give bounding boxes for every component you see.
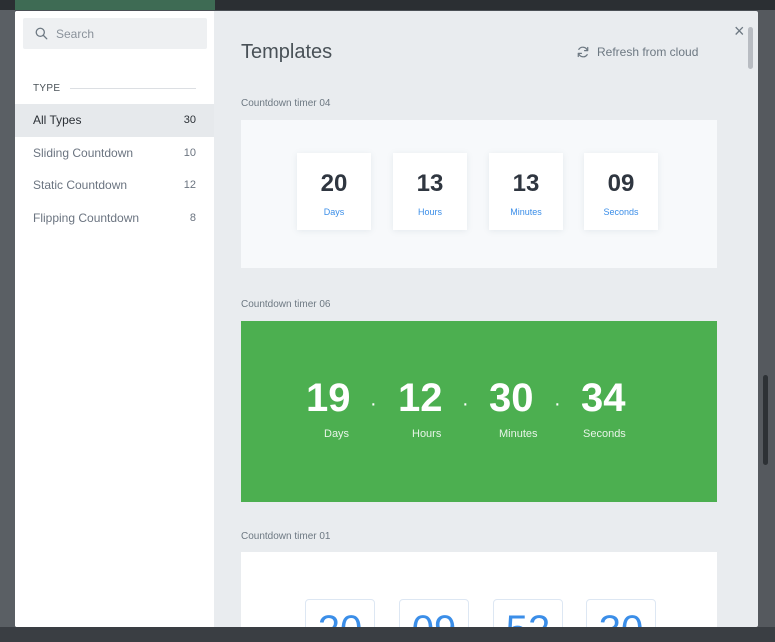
category-label: Sliding Countdown [33,145,134,160]
countdown-value: 34 [581,376,626,420]
type-heading-label: TYPE [33,83,61,94]
countdown-separator: · [554,393,561,415]
category-label: All Types [33,113,82,128]
background-panel-left [0,10,15,642]
category-count: 12 [183,179,196,192]
template-label: Countdown timer 06 [241,299,331,310]
countdown-value: 13 [512,170,540,197]
countdown-unit-minutes: 13 Minutes [489,153,563,230]
category-sliding-countdown[interactable]: Sliding Countdown 10 [15,137,214,170]
category-flipping-countdown[interactable]: Flipping Countdown 8 [15,202,214,235]
background-bottom-bar [0,627,775,642]
type-heading: TYPE [33,83,196,94]
countdown-unit-label: Minutes [510,207,542,217]
countdown-value: 20 [306,608,374,627]
background-topbar [0,0,775,10]
template-preview-countdown-04[interactable]: 20 Days 13 Hours 13 Minutes 09 Seconds [241,120,717,268]
search-input[interactable] [56,26,196,41]
countdown-unit-box: 09 [399,599,469,627]
category-count: 30 [183,114,196,127]
countdown-value: 19 [306,376,351,420]
countdown-unit-label: Minutes [499,428,538,440]
countdown-unit-box: 30 [586,599,656,627]
close-icon[interactable]: × [734,21,745,42]
sidebar: TYPE All Types 30 Sliding Countdown 10 S… [15,11,214,627]
countdown-value: 30 [587,608,655,627]
templates-modal: TYPE All Types 30 Sliding Countdown 10 S… [15,11,758,627]
countdown-unit-label: Hours [417,207,442,217]
search-box[interactable] [23,18,207,49]
countdown-unit-hours: 13 Hours [393,153,467,230]
category-static-countdown[interactable]: Static Countdown 12 [15,169,214,202]
background-notice-bar [15,0,215,10]
countdown-unit-box: 52 [493,599,563,627]
modal-scrollbar-thumb[interactable] [748,27,753,69]
background-scrollbar [758,10,775,642]
countdown-unit-label: Days [324,428,350,440]
countdown-value: 30 [489,376,534,420]
template-preview-countdown-06[interactable]: 19 · 12 · 30 · 34 Days Hours Minutes Sec… [241,321,717,502]
refresh-from-cloud-button[interactable]: Refresh from cloud [576,45,698,59]
category-label: Flipping Countdown [33,210,140,225]
page-title: Templates [241,41,333,63]
templates-panel: Templates Refresh from cloud Countdown t… [214,11,758,627]
countdown-value: 09 [400,608,468,627]
countdown-value: 09 [607,170,635,197]
template-preview-countdown-01[interactable]: 20 09 52 30 [241,552,717,627]
refresh-icon [577,46,589,58]
search-icon [35,27,48,40]
countdown-value: 52 [494,608,562,627]
type-heading-divider [70,88,196,89]
category-all-types[interactable]: All Types 30 [15,104,214,137]
countdown-unit-label: Hours [412,428,442,440]
countdown-unit-days: 20 Days [297,153,371,230]
category-count: 10 [183,146,196,159]
countdown-separator: · [462,393,469,415]
countdown-unit-label: Seconds [603,207,639,217]
template-label: Countdown timer 01 [241,531,331,542]
countdown-value: 13 [416,170,444,197]
background-scroll-thumb[interactable] [763,375,768,465]
countdown-separator: · [370,393,377,415]
category-count: 8 [189,211,196,224]
countdown-unit-label: Days [323,207,345,217]
category-list: All Types 30 Sliding Countdown 10 Static… [15,104,214,234]
template-label: Countdown timer 04 [241,98,331,109]
refresh-label: Refresh from cloud [597,45,699,59]
category-label: Static Countdown [33,178,128,193]
countdown-value: 12 [398,376,443,420]
countdown-unit-seconds: 09 Seconds [584,153,658,230]
countdown-unit-label: Seconds [583,428,626,440]
countdown-unit-box: 20 [305,599,375,627]
countdown-value: 20 [320,170,348,197]
